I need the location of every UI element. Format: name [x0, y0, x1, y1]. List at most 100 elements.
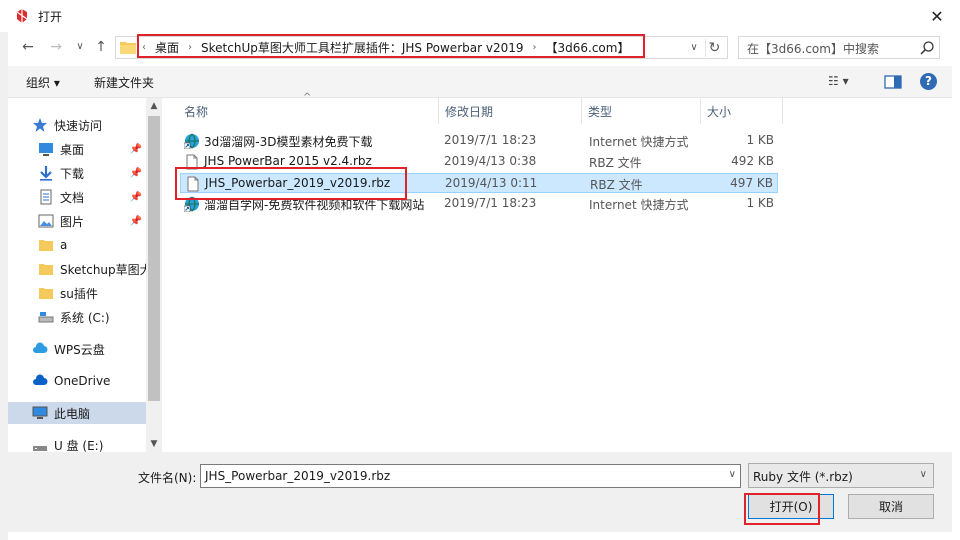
- organize-button[interactable]: 组织 ▾: [26, 74, 60, 91]
- column-header-modified[interactable]: 修改日期: [439, 98, 582, 124]
- column-header-name[interactable]: 名称 ^: [162, 92, 439, 124]
- file-highlight-box: [175, 167, 407, 200]
- file-date: 2019/7/1 18:23: [444, 196, 537, 210]
- sidebar-item-onedrive[interactable]: OneDrive: [32, 370, 162, 392]
- sketchup-app-icon: [16, 9, 28, 23]
- sidebar-item-documents[interactable]: 文档 📌: [38, 186, 146, 208]
- sidebar-item-downloads[interactable]: 下载 📌: [38, 162, 146, 184]
- arrow-right-icon: →: [50, 39, 62, 55]
- drive-icon: [38, 312, 54, 323]
- back-button[interactable]: ←: [18, 38, 38, 56]
- sidebar-item-folder-sketchup[interactable]: Sketchup草图大: [38, 258, 146, 280]
- chevron-down-icon[interactable]: ∨: [729, 469, 736, 480]
- folder-icon: [39, 288, 53, 299]
- title-bar: 打开 ✕: [0, 0, 960, 32]
- star-icon: [33, 118, 47, 132]
- cancel-button[interactable]: 取消: [848, 494, 934, 519]
- document-icon: [40, 189, 52, 205]
- pin-icon[interactable]: 📌: [130, 216, 142, 227]
- window-title: 打开: [38, 10, 63, 24]
- scrollbar-thumb[interactable]: [148, 116, 160, 401]
- column-header-size[interactable]: 大小: [701, 98, 783, 124]
- sidebar-item-wps-cloud[interactable]: WPS云盘: [32, 338, 162, 360]
- search-icon: [920, 41, 934, 55]
- close-button[interactable]: ✕: [914, 0, 960, 32]
- pin-icon[interactable]: 📌: [130, 168, 142, 179]
- column-label: 大小: [707, 104, 732, 119]
- chevron-down-icon: ∨: [919, 469, 927, 480]
- sidebar-item-label: OneDrive: [54, 374, 111, 388]
- navigation-scrollbar[interactable]: ▲ ▼: [146, 98, 162, 452]
- sidebar-item-this-pc[interactable]: 此电脑: [8, 402, 146, 424]
- sidebar-item-label: 桌面: [60, 142, 85, 157]
- column-label: 修改日期: [445, 104, 494, 119]
- scroll-up-icon[interactable]: ▲: [146, 98, 162, 114]
- help-button[interactable]: ?: [920, 73, 937, 90]
- up-button[interactable]: ↑: [91, 38, 111, 56]
- file-date: 2019/7/1 18:23: [444, 133, 537, 147]
- sidebar-item-label: su插件: [60, 286, 98, 301]
- column-label: 类型: [588, 104, 613, 119]
- view-options-button[interactable]: ☷ ▾: [828, 74, 849, 88]
- folder-icon: [39, 264, 53, 275]
- refresh-button[interactable]: ↻: [705, 39, 723, 57]
- file-type: RBZ 文件: [589, 156, 642, 170]
- search-box[interactable]: 在【3d66.com】中搜索: [738, 36, 940, 59]
- arrow-left-icon: ←: [22, 39, 34, 55]
- sidebar-item-system-c[interactable]: 系统 (C:): [38, 306, 146, 328]
- sidebar-item-label: 系统 (C:): [60, 310, 110, 325]
- close-icon: ✕: [930, 6, 944, 26]
- sidebar-item-label: 文档: [60, 190, 85, 205]
- column-label: 名称: [184, 104, 209, 119]
- sidebar-item-label: WPS云盘: [54, 342, 105, 357]
- file-type: RBZ 文件: [590, 178, 643, 192]
- file-size: 497 KB: [730, 176, 773, 190]
- arrow-up-icon: ↑: [95, 39, 107, 55]
- file-row[interactable]: 3d溜溜网-3D模型素材免费下载 2019/7/1 18:23 Internet…: [180, 131, 778, 151]
- sidebar-item-pictures[interactable]: 图片 📌: [38, 210, 146, 232]
- sidebar-item-folder-a[interactable]: a: [38, 234, 146, 256]
- sort-ascending-icon: ^: [303, 92, 312, 103]
- filename-input[interactable]: JHS_Powerbar_2019_v2019.rbz ∨: [200, 464, 741, 488]
- pin-icon[interactable]: 📌: [130, 144, 142, 155]
- open-highlight-box: [744, 493, 820, 525]
- sidebar-item-quick-access[interactable]: 快速访问: [32, 114, 162, 136]
- left-edge: [0, 32, 8, 540]
- address-highlight-box: [137, 34, 645, 58]
- sidebar-item-usb-e[interactable]: U 盘 (E:): [32, 434, 162, 452]
- internet-shortcut-icon: [184, 133, 199, 149]
- file-type-filter[interactable]: Ruby 文件 (*.rbz) ∨: [748, 463, 934, 488]
- column-header-type[interactable]: 类型: [582, 98, 701, 124]
- file-type: Internet 快捷方式: [589, 198, 689, 212]
- file-list: 名称 ^ 修改日期 类型 大小 3d溜溜网-3D模型素材免费下载 2019/7/…: [162, 92, 952, 452]
- download-icon: [40, 166, 52, 181]
- recent-locations-button[interactable]: ∨: [70, 38, 90, 56]
- file-date: 2019/4/13 0:38: [444, 154, 537, 168]
- file-name: JHS PowerBar 2015 v2.4.rbz: [204, 154, 372, 168]
- navigation-pane: 快速访问 桌面 📌 下载 📌 文档 📌 图片 📌 a Sketchup草图大 s…: [8, 98, 162, 452]
- file-size: 492 KB: [731, 154, 774, 168]
- chevron-down-icon: ∨: [76, 41, 84, 52]
- file-type: Internet 快捷方式: [589, 135, 689, 149]
- sidebar-item-folder-su-plugins[interactable]: su插件: [38, 282, 146, 304]
- command-bar: 组织 ▾ 新建文件夹 ☷ ▾ ?: [8, 66, 952, 98]
- search-placeholder: 在【3d66.com】中搜索: [747, 42, 879, 56]
- new-folder-button[interactable]: 新建文件夹: [94, 74, 154, 91]
- folder-icon: [39, 240, 53, 251]
- address-dropdown[interactable]: ∨: [687, 40, 701, 56]
- filename-value: JHS_Powerbar_2019_v2019.rbz: [205, 469, 391, 483]
- preview-pane-icon[interactable]: [884, 74, 902, 90]
- sidebar-item-label: 下载: [60, 166, 85, 181]
- scroll-down-icon[interactable]: ▼: [146, 436, 162, 452]
- desktop-icon: [39, 143, 53, 156]
- file-size: 1 KB: [746, 196, 774, 210]
- sidebar-item-label: 此电脑: [54, 406, 91, 421]
- help-icon: ?: [925, 74, 932, 88]
- file-size: 1 KB: [746, 133, 774, 147]
- refresh-icon: ↻: [708, 40, 721, 56]
- forward-button[interactable]: →: [46, 38, 66, 56]
- sidebar-item-desktop[interactable]: 桌面 📌: [38, 138, 146, 160]
- sidebar-item-label: 快速访问: [54, 118, 103, 133]
- pin-icon[interactable]: 📌: [130, 192, 142, 203]
- usb-drive-icon: [33, 446, 47, 451]
